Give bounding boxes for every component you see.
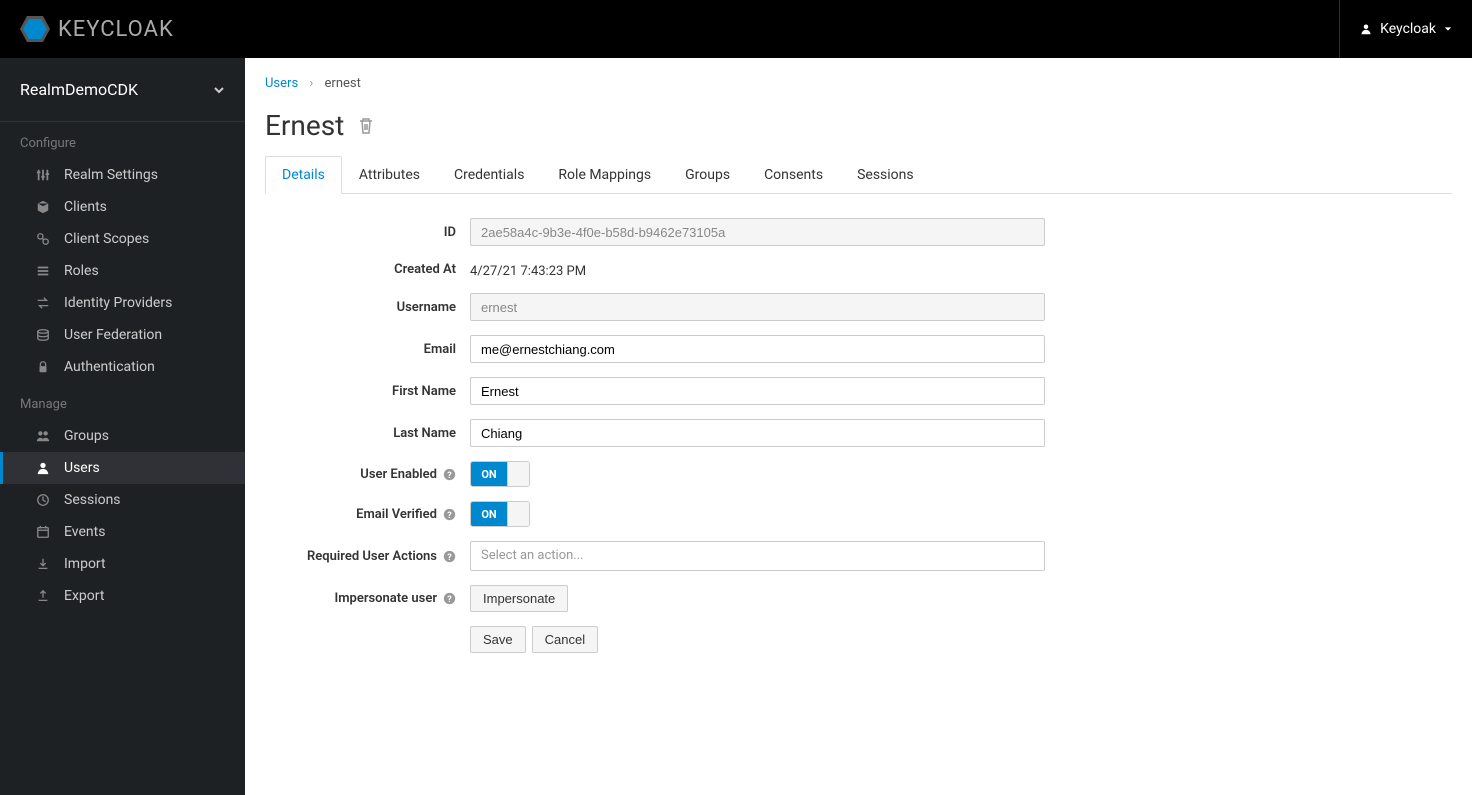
- sidebar-item-authentication[interactable]: Authentication: [0, 351, 245, 383]
- cube-icon: [36, 200, 50, 214]
- input-id: [470, 218, 1045, 246]
- realm-selector[interactable]: RealmDemoCDK: [0, 58, 245, 122]
- export-icon: [36, 589, 50, 603]
- label-user-enabled: User Enabled?: [265, 467, 470, 482]
- clock-icon: [36, 493, 50, 507]
- select-required-actions[interactable]: Select an action...: [470, 541, 1045, 571]
- sidebar-item-sessions[interactable]: Sessions: [0, 484, 245, 516]
- breadcrumb-current: ernest: [325, 76, 361, 91]
- link-icon: [36, 232, 50, 246]
- lock-icon: [36, 360, 50, 374]
- sidebar-item-groups[interactable]: Groups: [0, 420, 245, 452]
- tab-consents[interactable]: Consents: [747, 156, 840, 194]
- help-icon[interactable]: ?: [443, 592, 456, 605]
- label-id: ID: [265, 225, 470, 240]
- sidebar-section-configure: Configure: [0, 122, 245, 159]
- exchange-icon: [36, 296, 50, 310]
- tab-groups[interactable]: Groups: [668, 156, 747, 194]
- help-icon[interactable]: ?: [443, 508, 456, 521]
- tab-credentials[interactable]: Credentials: [437, 156, 541, 194]
- sidebar-item-user-federation[interactable]: User Federation: [0, 319, 245, 351]
- text-created-at: 4/27/21 7:43:23 PM: [470, 260, 1310, 279]
- cancel-button[interactable]: Cancel: [532, 626, 598, 653]
- label-last-name: Last Name: [265, 426, 470, 441]
- user-form: ID Created At 4/27/21 7:43:23 PM Usernam…: [265, 218, 1310, 653]
- input-last-name[interactable]: [470, 419, 1045, 447]
- help-icon[interactable]: ?: [443, 550, 456, 563]
- trash-icon[interactable]: [358, 117, 374, 135]
- brand-logo[interactable]: KEYCLOAK: [20, 16, 174, 42]
- sidebar-item-client-scopes[interactable]: Client Scopes: [0, 223, 245, 255]
- sidebar-item-identity-providers[interactable]: Identity Providers: [0, 287, 245, 319]
- svg-text:?: ?: [447, 595, 452, 605]
- label-email-verified: Email Verified?: [265, 507, 470, 522]
- svg-text:?: ?: [447, 510, 452, 520]
- impersonate-button[interactable]: Impersonate: [470, 585, 568, 612]
- label-username: Username: [265, 300, 470, 315]
- list-icon: [36, 264, 50, 278]
- sidebar-item-clients[interactable]: Clients: [0, 191, 245, 223]
- sidebar-item-events[interactable]: Events: [0, 516, 245, 548]
- user-menu-label: Keycloak: [1380, 21, 1436, 37]
- user-menu[interactable]: Keycloak: [1360, 21, 1452, 37]
- toggle-user-enabled[interactable]: ON: [470, 461, 530, 487]
- realm-name: RealmDemoCDK: [20, 80, 138, 99]
- toggle-email-verified[interactable]: ON: [470, 501, 530, 527]
- tab-details[interactable]: Details: [265, 156, 342, 194]
- users-icon: [36, 429, 50, 443]
- chevron-down-icon: [213, 84, 225, 96]
- import-icon: [36, 557, 50, 571]
- label-impersonate: Impersonate user?: [265, 591, 470, 606]
- sidebar-item-users[interactable]: Users: [0, 452, 245, 484]
- breadcrumb: Users › ernest: [265, 76, 1452, 91]
- user-icon: [36, 461, 50, 475]
- sidebar-item-import[interactable]: Import: [0, 548, 245, 580]
- tabs: Details Attributes Credentials Role Mapp…: [265, 156, 1452, 194]
- svg-text:?: ?: [447, 552, 452, 562]
- input-email[interactable]: [470, 335, 1045, 363]
- breadcrumb-parent[interactable]: Users: [265, 76, 298, 91]
- page-title: Ernest: [265, 109, 1452, 142]
- sidebar-item-roles[interactable]: Roles: [0, 255, 245, 287]
- svg-text:?: ?: [447, 470, 452, 480]
- user-icon: [1360, 23, 1372, 35]
- database-icon: [36, 328, 50, 342]
- label-required-actions: Required User Actions?: [265, 549, 470, 564]
- brand-text: KEYCLOAK: [58, 17, 174, 42]
- input-first-name[interactable]: [470, 377, 1045, 405]
- sidebar-item-realm-settings[interactable]: Realm Settings: [0, 159, 245, 191]
- tab-role-mappings[interactable]: Role Mappings: [541, 156, 668, 194]
- tab-attributes[interactable]: Attributes: [342, 156, 437, 194]
- app-header: KEYCLOAK Keycloak: [0, 0, 1472, 58]
- sidebar-item-export[interactable]: Export: [0, 580, 245, 612]
- help-icon[interactable]: ?: [443, 468, 456, 481]
- label-email: Email: [265, 342, 470, 357]
- chevron-down-icon: [1444, 25, 1452, 33]
- calendar-icon: [36, 525, 50, 539]
- sliders-icon: [36, 168, 50, 182]
- tab-sessions[interactable]: Sessions: [840, 156, 931, 194]
- sidebar: RealmDemoCDK Configure Realm Settings Cl…: [0, 58, 245, 795]
- breadcrumb-separator: ›: [309, 76, 313, 91]
- input-username: [470, 293, 1045, 321]
- label-first-name: First Name: [265, 384, 470, 399]
- sidebar-section-manage: Manage: [0, 383, 245, 420]
- label-created-at: Created At: [265, 262, 470, 277]
- main-content: Users › ernest Ernest Details Attributes…: [245, 58, 1472, 795]
- keycloak-logo-icon: [20, 16, 50, 42]
- save-button[interactable]: Save: [470, 626, 526, 653]
